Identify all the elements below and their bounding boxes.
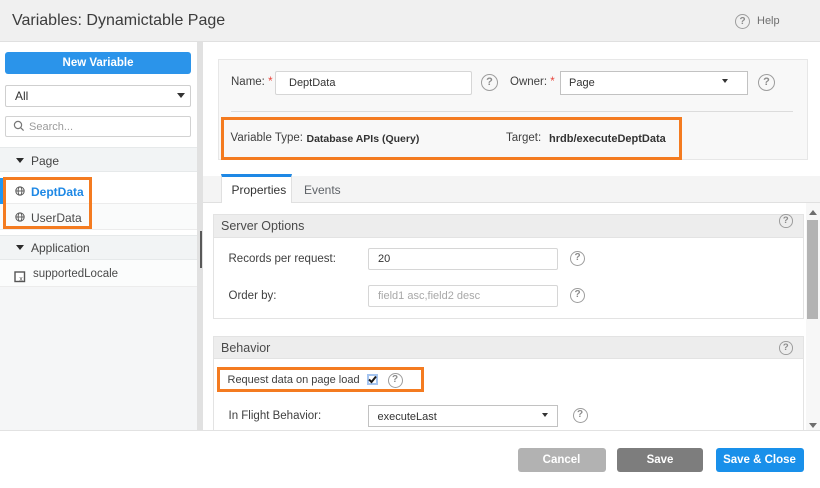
svg-text:x: x: [19, 276, 23, 283]
